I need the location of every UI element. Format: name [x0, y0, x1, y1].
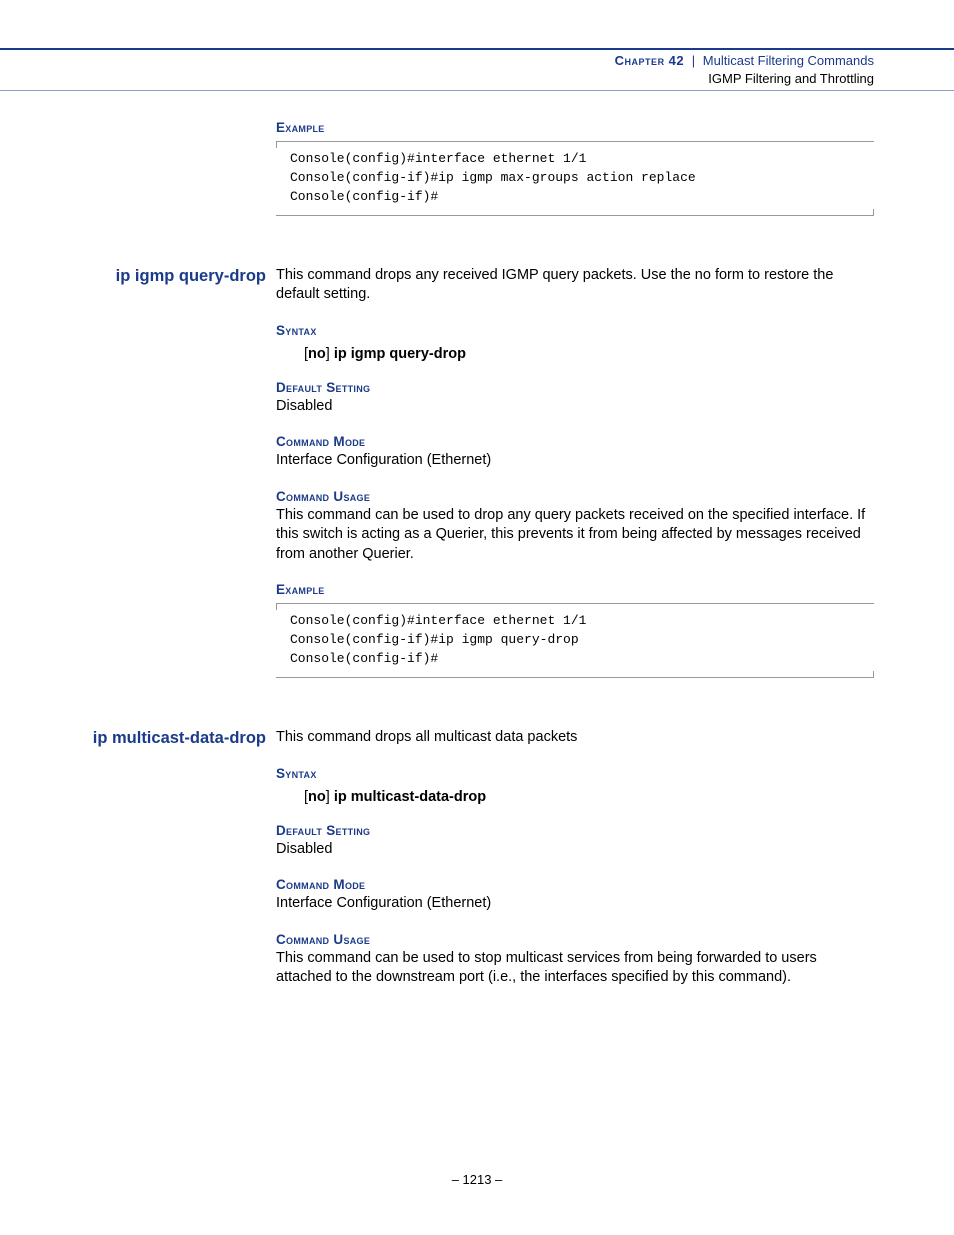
content-area: Example Console(config)#interface ethern…: [78, 120, 874, 988]
default-heading: Default Setting: [276, 380, 874, 395]
syntax-heading: Syntax: [276, 323, 874, 338]
code-block: Console(config)#interface ethernet 1/1 C…: [276, 141, 874, 216]
usage-heading: Command Usage: [276, 932, 874, 947]
syntax-heading: Syntax: [276, 766, 874, 781]
usage-text: This command can be used to drop any que…: [276, 506, 874, 565]
section-example-prev: Example Console(config)#interface ethern…: [78, 120, 874, 216]
chapter-label: Chapter 42: [615, 53, 684, 68]
example-heading: Example: [276, 120, 874, 135]
header-subtitle: IGMP Filtering and Throttling: [0, 70, 874, 88]
header-line1: Chapter 42 | Multicast Filtering Command…: [0, 52, 874, 70]
page-header: Chapter 42 | Multicast Filtering Command…: [0, 48, 954, 91]
command-intro: This command drops all multicast data pa…: [276, 728, 874, 748]
command-title: ip igmp query-drop: [116, 267, 266, 285]
default-heading: Default Setting: [276, 823, 874, 838]
syntax-line: [no] ip igmp query-drop: [304, 346, 874, 362]
command-intro: This command drops any received IGMP que…: [276, 266, 874, 305]
usage-heading: Command Usage: [276, 489, 874, 504]
syntax-cmd: ip igmp query-drop: [334, 346, 466, 362]
mode-heading: Command Mode: [276, 877, 874, 892]
page-number: – 1213 –: [452, 1172, 503, 1187]
syntax-no: no: [308, 789, 326, 805]
syntax-no: no: [308, 346, 326, 362]
default-value: Disabled: [276, 840, 874, 860]
page-footer: – 1213 –: [0, 1172, 954, 1187]
section-multicast-data-drop: ip multicast-data-drop This command drop…: [78, 728, 874, 988]
example-heading: Example: [276, 582, 874, 597]
syntax-line: [no] ip multicast-data-drop: [304, 789, 874, 805]
mode-value: Interface Configuration (Ethernet): [276, 894, 874, 914]
syntax-cmd: ip multicast-data-drop: [334, 789, 486, 805]
header-separator: |: [692, 53, 695, 68]
page: Chapter 42 | Multicast Filtering Command…: [0, 0, 954, 1235]
mode-heading: Command Mode: [276, 434, 874, 449]
code-block: Console(config)#interface ethernet 1/1 C…: [276, 603, 874, 678]
section-query-drop: ip igmp query-drop This command drops an…: [78, 266, 874, 678]
usage-text: This command can be used to stop multica…: [276, 949, 874, 988]
default-value: Disabled: [276, 397, 874, 417]
mode-value: Interface Configuration (Ethernet): [276, 451, 874, 471]
command-title: ip multicast-data-drop: [93, 729, 266, 747]
chapter-title: Multicast Filtering Commands: [703, 53, 874, 68]
